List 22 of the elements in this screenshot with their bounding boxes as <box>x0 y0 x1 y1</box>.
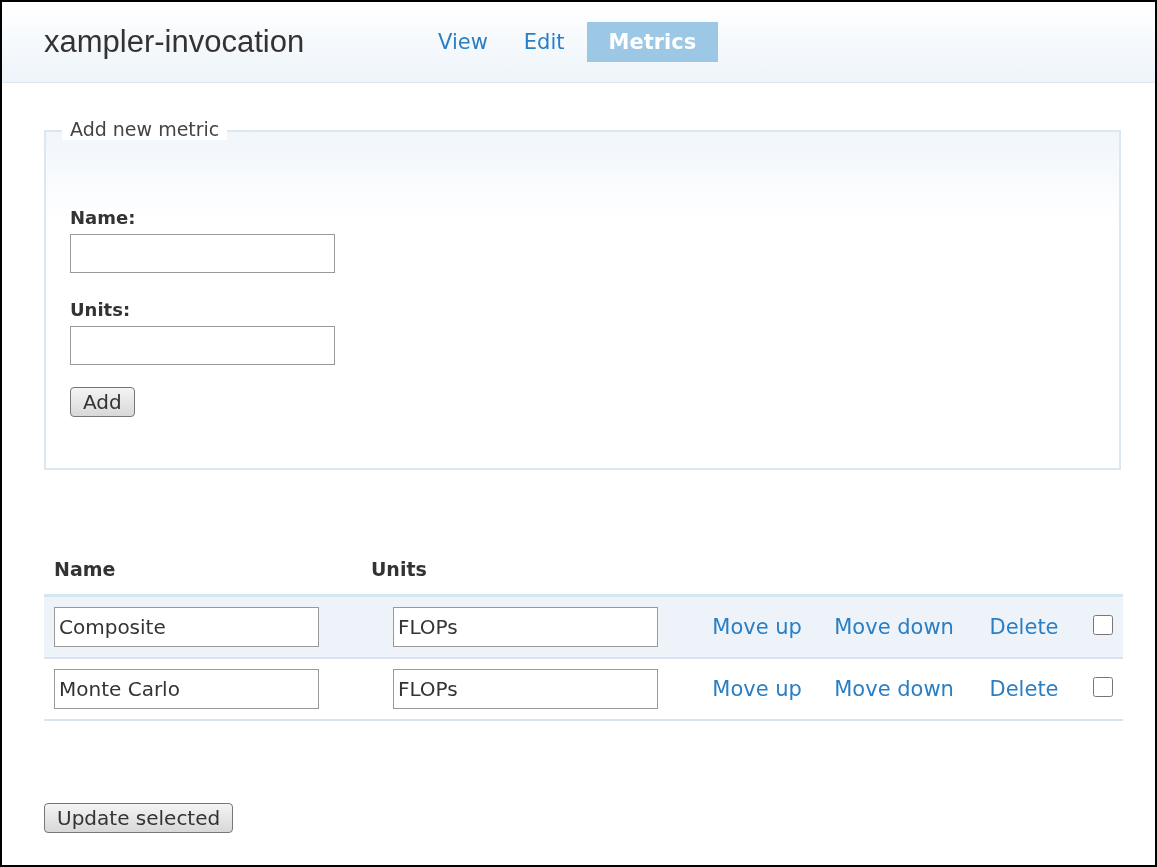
tab[interactable]: View <box>424 22 502 62</box>
action-link[interactable]: Delete <box>989 615 1059 639</box>
input-field[interactable] <box>70 234 335 273</box>
action-link[interactable]: Move down <box>834 615 954 639</box>
name-field[interactable]: Composite <box>54 607 319 647</box>
action-link[interactable]: Move up <box>712 615 802 639</box>
panel-legend: Add new metric <box>62 118 228 140</box>
units-field[interactable]: FLOPs <box>392 607 658 647</box>
page-title: xampler-invocation <box>44 24 306 60</box>
row-checkbox[interactable] <box>1093 676 1113 697</box>
tab[interactable]: Edit <box>509 22 579 62</box>
input-field[interactable] <box>70 326 335 365</box>
row-checkbox[interactable] <box>1093 614 1113 635</box>
add-button[interactable]: Add <box>70 387 135 417</box>
action-link[interactable]: Delete <box>989 677 1059 701</box>
action-link[interactable]: Move up <box>712 677 802 701</box>
field-label: Name: <box>70 207 137 228</box>
update-selected-button[interactable]: Update selected <box>44 803 234 833</box>
field-label: Units: <box>70 299 132 320</box>
action-link[interactable]: Move down <box>834 677 954 701</box>
units-field[interactable]: FLOPs <box>392 669 658 709</box>
name-field[interactable]: Monte Carlo <box>54 669 319 709</box>
